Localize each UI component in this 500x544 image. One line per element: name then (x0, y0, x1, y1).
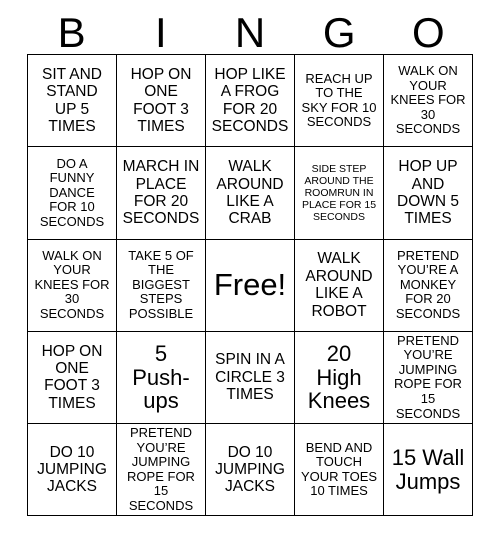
bingo-cell-text: WALK AROUND LIKE A ROBOT (305, 250, 373, 320)
bingo-cell-text: DO A FUNNY DANCE FOR 10 SECONDS (39, 155, 105, 229)
bingo-cell[interactable]: SIT AND STAND UP 5 TIMES (28, 55, 117, 148)
bingo-cell-text: WALK ON YOUR KNEES FOR 30 SECONDS (390, 63, 466, 137)
bingo-cell-text: PRETEND YOU’RE JUMPING ROPE FOR 15 SECON… (394, 332, 462, 421)
bingo-cell-text: 15 Wall Jumps (391, 445, 465, 494)
bingo-cell[interactable]: HOP LIKE A FROG FOR 20 SECONDS (206, 55, 295, 148)
bingo-cell[interactable]: DO A FUNNY DANCE FOR 10 SECONDS (28, 147, 117, 240)
bingo-header-letter-b: B (57, 9, 86, 56)
bingo-cell[interactable]: WALK ON YOUR KNEES FOR 30 SECONDS (28, 239, 117, 332)
bingo-cell-text: HOP ON ONE FOOT 3 TIMES (41, 342, 103, 412)
bingo-cell[interactable]: PRETEND YOU’RE JUMPING ROPE FOR 15 SECON… (384, 331, 473, 425)
bingo-cell-text: DO 10 JUMPING JACKS (37, 443, 107, 496)
bingo-cell[interactable]: SIDE STEP AROUND THE ROOMRUN IN PLACE FO… (295, 147, 384, 240)
bingo-cell[interactable]: 20 High Knees (295, 331, 384, 425)
bingo-cell-text: HOP UP AND DOWN 5 TIMES (397, 158, 459, 228)
bingo-cell[interactable]: 5 Push- ups (117, 331, 206, 425)
bingo-cell[interactable]: SPIN IN A CIRCLE 3 TIMES (206, 331, 295, 425)
bingo-cell[interactable]: MARCH IN PLACE FOR 20 SECONDS (117, 147, 206, 240)
bingo-cell-text: WALK ON YOUR KNEES FOR 30 SECONDS (34, 247, 110, 322)
bingo-cell-text: TAKE 5 OF THE BIGGEST STEPS POSSIBLE (128, 247, 194, 322)
bingo-free-cell[interactable]: Free! (206, 239, 295, 332)
bingo-cell-text: 20 High Knees (307, 340, 371, 414)
bingo-cell-text: PRETEND YOU’RE A MONKEY FOR 20 SECONDS (395, 247, 461, 322)
bingo-cell[interactable]: TAKE 5 OF THE BIGGEST STEPS POSSIBLE (117, 239, 206, 332)
bingo-cell[interactable]: PRETEND YOU’RE A MONKEY FOR 20 SECONDS (384, 239, 473, 332)
bingo-cell-text: REACH UP TO THE SKY FOR 10 SECONDS (301, 70, 377, 130)
bingo-cell-text: HOP LIKE A FROG FOR 20 SECONDS (211, 65, 289, 135)
bingo-cell-text: 5 Push- ups (132, 340, 190, 414)
bingo-header-letter-n: N (234, 9, 266, 56)
bingo-cell[interactable]: BEND AND TOUCH YOUR TOES 10 TIMES (295, 424, 384, 517)
bingo-card: B I N G O SIT AND STAND UP 5 TIMES HOP ON ONE… (27, 12, 473, 517)
bingo-cell-text: Free! (213, 267, 287, 303)
bingo-cell[interactable]: HOP UP AND DOWN 5 TIMES (384, 147, 473, 240)
bingo-cell-text: BEND AND TOUCH YOUR TOES 10 TIMES (300, 439, 378, 499)
bingo-cell[interactable]: WALK ON YOUR KNEES FOR 30 SECONDS (384, 55, 473, 148)
bingo-cell-text: HOP ON ONE FOOT 3 TIMES (130, 65, 192, 135)
bingo-cell-text: DO 10 JUMPING JACKS (215, 443, 285, 496)
bingo-header-letter-i: I (154, 9, 167, 56)
bingo-cell-text: WALK AROUND LIKE A CRAB (216, 158, 284, 228)
bingo-header-row: BINGO (27, 12, 473, 54)
bingo-cell-text: MARCH IN PLACE FOR 20 SECONDS (122, 158, 200, 228)
bingo-cell-text: SPIN IN A CIRCLE 3 TIMES (215, 351, 285, 404)
bingo-cell[interactable]: 15 Wall Jumps (384, 424, 473, 517)
bingo-cell[interactable]: HOP ON ONE FOOT 3 TIMES (117, 55, 206, 148)
bingo-header-letter-o: O (412, 9, 445, 56)
bingo-cell-text: SIDE STEP AROUND THE ROOMRUN IN PLACE FO… (301, 162, 377, 224)
bingo-cell[interactable]: PRETEND YOU’RE JUMPING ROPE FOR 15 SECON… (117, 424, 206, 517)
bingo-cell[interactable]: WALK AROUND LIKE A ROBOT (295, 239, 384, 332)
bingo-cell[interactable]: HOP ON ONE FOOT 3 TIMES (28, 331, 117, 425)
bingo-cell[interactable]: DO 10 JUMPING JACKS (28, 424, 117, 517)
bingo-header-letter-g: G (322, 9, 356, 56)
bingo-cell[interactable]: WALK AROUND LIKE A CRAB (206, 147, 295, 240)
bingo-cell[interactable]: REACH UP TO THE SKY FOR 10 SECONDS (295, 55, 384, 148)
bingo-cell-text: SIT AND STAND UP 5 TIMES (41, 65, 102, 135)
bingo-grid: SIT AND STAND UP 5 TIMES HOP ON ONE FOOT … (27, 54, 473, 517)
bingo-cell-text: PRETEND YOU’RE JUMPING ROPE FOR 15 SECON… (127, 425, 195, 513)
bingo-cell[interactable]: DO 10 JUMPING JACKS (206, 424, 295, 517)
